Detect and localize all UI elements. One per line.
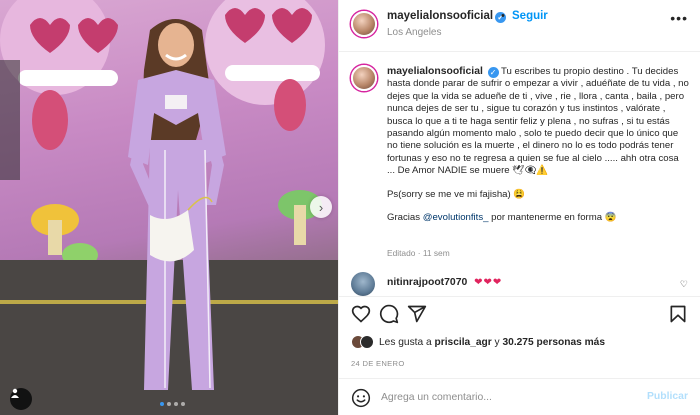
likes-prefix: Les gusta a (379, 336, 435, 348)
carousel-dot (160, 402, 164, 406)
commenter-username[interactable]: nitinrajpoot7070 (387, 277, 467, 288)
comment-text: ❤❤❤ (474, 277, 503, 288)
comment: nitinrajpoot7070 ❤❤❤ (387, 277, 502, 288)
comment-input[interactable] (381, 388, 631, 406)
post-photo[interactable]: › (0, 0, 338, 415)
likes-summary[interactable]: Les gusta a priscila_agr y 30.275 person… (351, 334, 605, 350)
comment-icon[interactable] (379, 304, 399, 324)
likes-text: Les gusta a priscila_agr y 30.275 person… (379, 337, 605, 348)
separator-dot: • (501, 10, 505, 22)
username-text[interactable]: mayelialonsooficial (387, 10, 493, 22)
carousel-dot (174, 402, 178, 406)
like-icon[interactable] (351, 304, 371, 324)
avatar[interactable] (351, 11, 377, 37)
publish-button[interactable]: Publicar (647, 391, 688, 402)
post-date: 24 DE ENERO (351, 359, 405, 368)
liker-avatar (360, 335, 374, 349)
caption-paragraph: Ps(sorry se me ve mi fajisha) 😩 (387, 188, 526, 200)
action-bar-divider (339, 296, 700, 297)
commenter-avatar[interactable] (351, 272, 375, 296)
follow-button[interactable]: Seguir (512, 10, 548, 22)
carousel-dot (181, 402, 185, 406)
location-link[interactable]: Los Angeles (387, 27, 442, 38)
carousel-indicator (160, 402, 185, 406)
post-header: mayelialonsooficial ✓ • Seguir Los Angele… (339, 0, 700, 52)
save-icon[interactable] (668, 304, 688, 324)
mention-link[interactable]: @evolutionfits_ (423, 212, 489, 223)
caption-text: Tu escribes tu propio destino . Tu decid… (387, 66, 689, 177)
verified-icon: ✓ (487, 67, 499, 78)
next-arrow-icon[interactable]: › (310, 196, 332, 218)
carousel-dot (167, 402, 171, 406)
comment-like-icon[interactable]: ♡ (680, 279, 688, 290)
edited-timestamp: Editado · 11 sem (387, 248, 450, 258)
post-details-panel: mayelialonsooficial ✓ • Seguir Los Angele… (338, 0, 700, 415)
add-comment-bar: Publicar (339, 378, 700, 415)
caption-thanks: Gracias @evolutionfits_ por mantenerme e… (387, 212, 689, 224)
caption-avatar[interactable] (351, 65, 377, 91)
post-caption: mayelialonsooficial ✓ Tu escribes tu pro… (387, 66, 689, 235)
likes-conjunction: y (491, 336, 503, 348)
caption-username[interactable]: mayelialonsooficial (387, 66, 483, 77)
thanks-suffix: por mantenerme en forma 😨 (488, 212, 617, 224)
thanks-prefix: Gracias (387, 212, 423, 224)
likes-count[interactable]: 30.275 personas más (502, 337, 605, 348)
liker-username[interactable]: priscila_agr (435, 337, 492, 348)
photo-illustration (0, 0, 338, 415)
author-username[interactable]: mayelialonsooficial ✓ (387, 10, 507, 23)
emoji-icon[interactable] (351, 388, 371, 408)
more-options-icon[interactable]: ••• (670, 10, 688, 26)
tag-user-icon[interactable] (10, 388, 32, 410)
share-icon[interactable] (407, 304, 427, 324)
